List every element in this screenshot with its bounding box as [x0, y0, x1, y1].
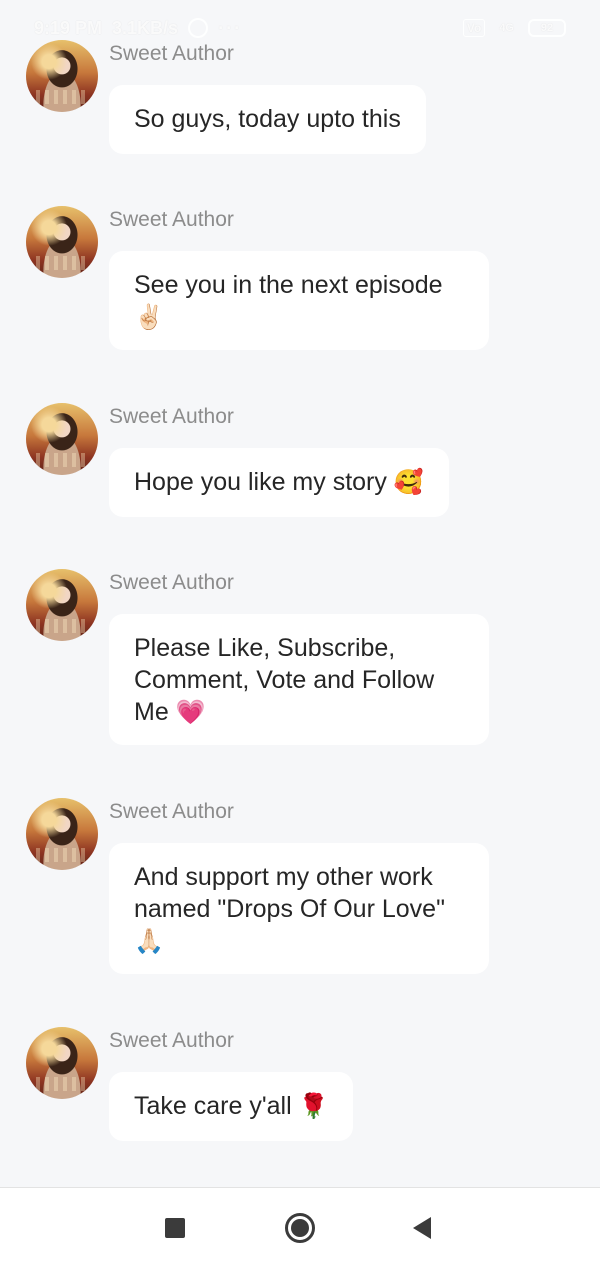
notification-icon — [188, 18, 209, 38]
message-bubble: Hope you like my story 🥰 — [109, 448, 449, 517]
chat-list[interactable]: Sweet Author So guys, today upto this Sw… — [0, 0, 600, 1187]
author-avatar[interactable] — [26, 206, 98, 278]
message-text: Me — [134, 698, 169, 726]
message-bubble: And support my other work named "Drops O… — [109, 843, 489, 974]
author-avatar[interactable] — [26, 569, 98, 641]
victory-hand-emoji: ✌🏻 — [134, 303, 164, 331]
message-bubble: Please Like, Subscribe, Comment, Vote an… — [109, 614, 489, 745]
navigation-bar — [0, 1187, 600, 1267]
volte-icon: Vo — [462, 19, 486, 37]
message-text: Please Like, Subscribe, — [134, 634, 396, 662]
author-name: Sweet Author — [109, 208, 234, 231]
author-avatar[interactable] — [26, 403, 98, 475]
status-left: 9:19 PM 3.1KB/s ··· — [34, 18, 242, 39]
rose-emoji: 🌹 — [298, 1092, 329, 1120]
status-time: 9:19 PM — [34, 17, 103, 38]
growing-heart-emoji: 💗 — [175, 698, 206, 726]
author-name: Sweet Author — [109, 1029, 234, 1052]
battery-icon: 92 — [528, 19, 566, 37]
author-avatar[interactable] — [26, 1027, 98, 1099]
author-name: Sweet Author — [109, 405, 234, 428]
triangle-back-icon — [413, 1217, 431, 1239]
message-text: named "Drops Of Our Love" — [134, 895, 445, 923]
folded-hands-emoji: 🙏🏻 — [134, 927, 164, 955]
chat-screen: 9:19 PM 3.1KB/s ··· Vo 4G 92 Sweet Autho… — [0, 0, 600, 1267]
author-avatar[interactable] — [26, 798, 98, 870]
home-button[interactable] — [282, 1210, 318, 1246]
author-name: Sweet Author — [109, 800, 234, 823]
circle-home-icon — [285, 1213, 315, 1243]
back-button[interactable] — [404, 1210, 440, 1246]
message-bubble: See you in the next episode ✌🏻 — [109, 251, 489, 350]
message-text: Comment, Vote and Follow — [134, 666, 435, 694]
message-text: See you in the next episode — [134, 271, 443, 299]
status-bar: 9:19 PM 3.1KB/s ··· Vo 4G 92 — [0, 0, 600, 56]
more-notifications-icon: ··· — [218, 17, 243, 38]
status-network-speed: 3.1KB/s — [112, 17, 179, 38]
home-dot — [291, 1219, 309, 1237]
recents-button[interactable] — [157, 1210, 193, 1246]
message-bubble: So guys, today upto this — [109, 85, 426, 154]
smiling-hearts-emoji: 🥰 — [393, 468, 424, 496]
square-icon — [165, 1218, 185, 1238]
signal-icon: 4G — [499, 22, 514, 34]
author-name: Sweet Author — [109, 571, 234, 594]
message-text: Hope you like my story — [134, 468, 387, 496]
message-bubble: Take care y'all 🌹 — [109, 1072, 354, 1141]
message-text: So guys, today upto this — [134, 105, 401, 133]
status-right: Vo 4G 92 — [462, 19, 566, 37]
message-text: And support my other work — [134, 863, 433, 891]
message-text: Take care y'all — [134, 1092, 292, 1120]
